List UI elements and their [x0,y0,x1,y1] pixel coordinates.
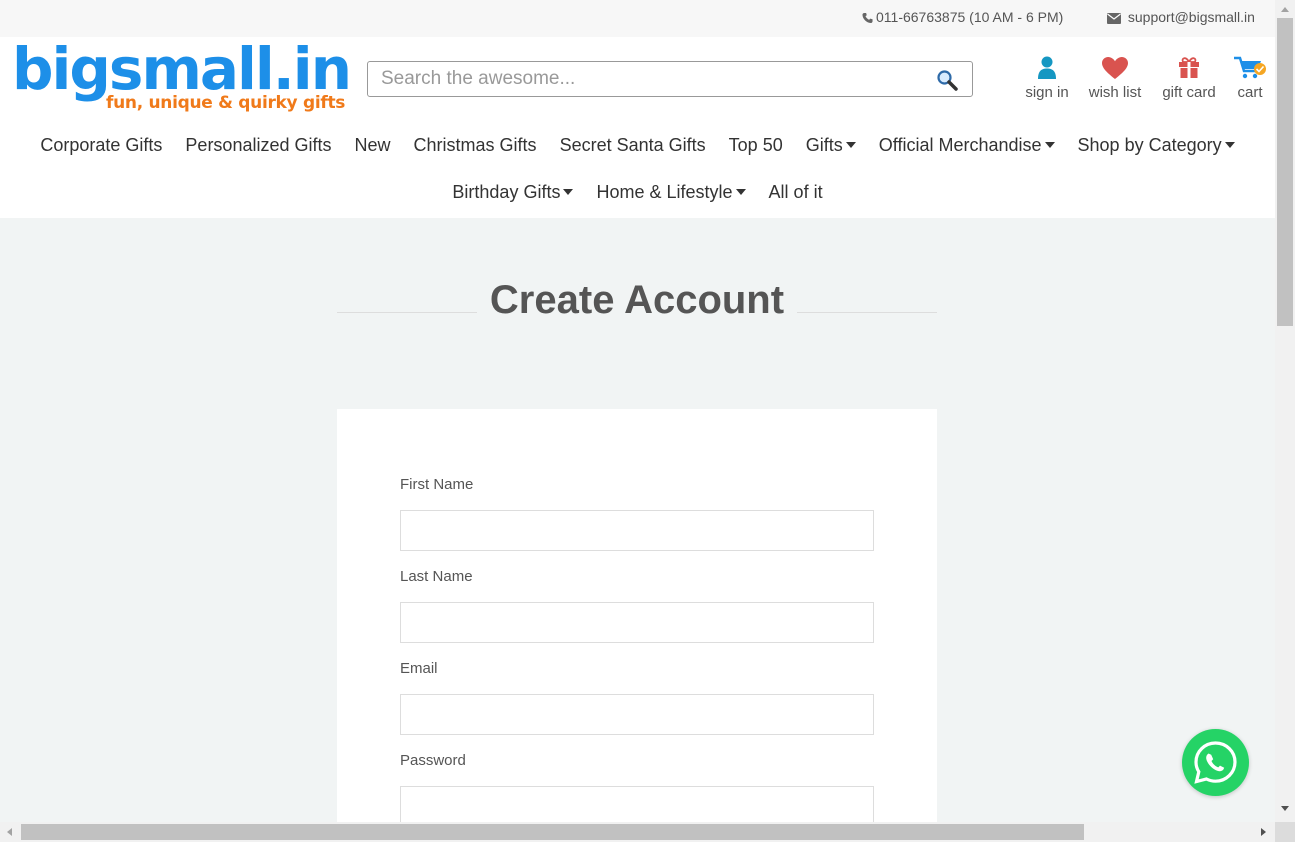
scrollbar-corner [1275,822,1295,842]
main-nav-row-2: Birthday Gifts Home & Lifestyle All of i… [0,182,1275,203]
nav-label: Top 50 [728,135,783,155]
vertical-scrollbar[interactable] [1275,0,1295,822]
nav-label: Birthday Gifts [452,182,561,202]
gift-card-link[interactable]: gift card [1158,55,1220,101]
nav-label: Christmas Gifts [413,135,537,155]
sign-in-link[interactable]: sign in [1022,55,1072,101]
nav-label: Home & Lifestyle [596,182,733,202]
search-input[interactable] [381,67,921,91]
whatsapp-icon [1194,741,1237,784]
magnifier-icon [937,70,958,91]
last-name-field[interactable] [400,602,874,643]
nav-corporate-gifts[interactable]: Corporate Gifts [40,135,162,156]
first-name-label: First Name [400,476,474,493]
last-name-label: Last Name [400,568,473,585]
scroll-left-arrow-icon[interactable] [7,828,12,836]
phone-icon [862,12,873,24]
nav-secret-santa-gifts[interactable]: Secret Santa Gifts [560,135,706,156]
nav-label: New [354,135,391,155]
cart-icon [1234,56,1266,79]
nav-home-lifestyle-dropdown[interactable]: Home & Lifestyle [596,182,746,203]
phone-contact[interactable]: 011-66763875 (10 AM - 6 PM) [862,9,1063,25]
whatsapp-chat-button[interactable] [1182,729,1249,796]
email-contact[interactable]: support@bigsmall.in [1107,9,1255,25]
scroll-right-arrow-icon[interactable] [1261,828,1266,836]
envelope-icon [1107,13,1121,24]
email-label: Email [400,660,438,677]
horizontal-scroll-thumb[interactable] [21,824,1084,840]
nav-label: Secret Santa Gifts [559,135,706,155]
site-header: bigsmall.in fun, unique & quirky gifts s… [0,35,1275,218]
email-field[interactable] [400,694,874,735]
email-address-text: support@bigsmall.in [1127,9,1255,25]
site-logo[interactable]: bigsmall.in fun, unique & quirky gifts [12,35,352,117]
nav-label: Official Merchandise [878,135,1042,155]
phone-number-text: 011-66763875 (10 AM - 6 PM) [876,9,1064,25]
top-contact-bar: 011-66763875 (10 AM - 6 PM) support@bigs… [0,0,1275,37]
cart-label: cart [1237,84,1263,101]
gift-icon [1179,57,1199,78]
nav-label: All of it [768,182,823,202]
nav-label: Corporate Gifts [40,135,163,155]
page-title: Create Account [489,278,785,322]
search-button[interactable] [936,69,958,91]
nav-official-merchandise-dropdown[interactable]: Official Merchandise [879,135,1055,156]
nav-label: Shop by Category [1077,135,1222,155]
nav-label: Personalized Gifts [185,135,332,155]
caret-down-icon [1224,142,1235,148]
horizontal-scrollbar[interactable] [0,822,1275,842]
nav-new[interactable]: New [355,135,391,156]
page-viewport: 011-66763875 (10 AM - 6 PM) support@bigs… [0,0,1275,822]
logo-tagline: fun, unique & quirky gifts [106,93,346,113]
cart-link[interactable]: cart [1230,55,1270,101]
user-icon [1038,56,1056,79]
scroll-down-arrow-icon[interactable] [1281,806,1289,811]
nav-top-50[interactable]: Top 50 [729,135,783,156]
main-nav-row-1: Corporate Gifts Personalized Gifts New C… [0,135,1275,156]
caret-down-icon [735,189,746,195]
nav-label: Gifts [805,135,843,155]
vertical-scroll-thumb[interactable] [1277,18,1293,326]
wish-list-label: wish list [1088,84,1142,101]
sign-in-label: sign in [1025,84,1069,101]
title-divider-right [797,312,937,313]
nav-birthday-gifts-dropdown[interactable]: Birthday Gifts [452,182,574,203]
wish-list-link[interactable]: wish list [1086,55,1144,101]
gift-card-label: gift card [1162,84,1216,101]
nav-christmas-gifts[interactable]: Christmas Gifts [414,135,537,156]
first-name-field[interactable] [400,510,874,551]
nav-personalized-gifts[interactable]: Personalized Gifts [185,135,331,156]
nav-shop-by-category-dropdown[interactable]: Shop by Category [1078,135,1235,156]
nav-gifts-dropdown[interactable]: Gifts [806,135,856,156]
page-title-section: Create Account [337,278,937,328]
password-field[interactable] [400,786,874,822]
caret-down-icon [845,142,856,148]
search-box [367,61,973,97]
caret-down-icon [1044,142,1055,148]
password-label: Password [400,752,466,769]
nav-all-of-it[interactable]: All of it [769,182,823,203]
scroll-up-arrow-icon[interactable] [1281,7,1289,12]
heart-icon [1102,57,1128,79]
create-account-form: First Name Last Name Email Password [337,409,937,822]
caret-down-icon [563,189,574,195]
